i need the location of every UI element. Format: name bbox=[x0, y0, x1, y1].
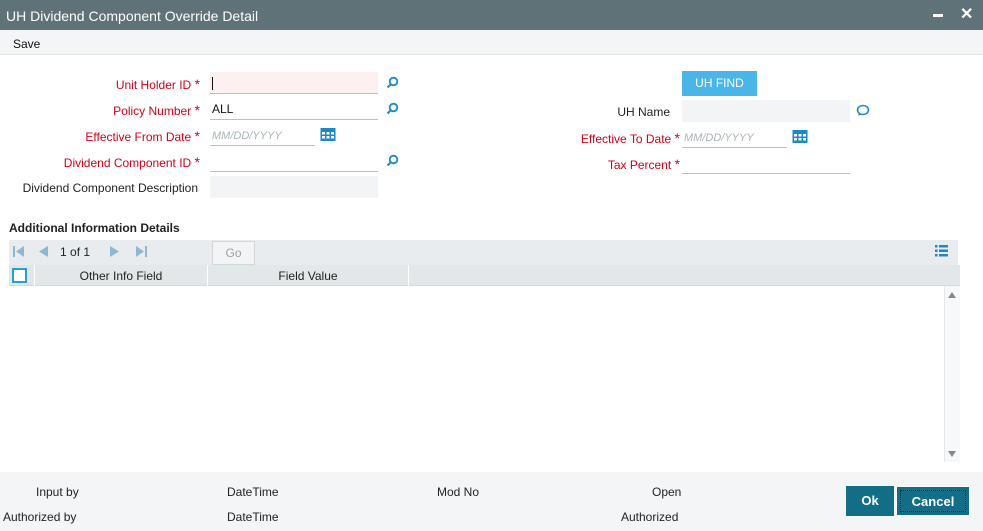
column-divider bbox=[408, 265, 409, 286]
list-view-icon[interactable] bbox=[935, 245, 948, 257]
menu-bar bbox=[0, 30, 983, 55]
policy-number-input[interactable]: ALL bbox=[210, 98, 378, 120]
save-menu-item[interactable]: Save bbox=[13, 37, 40, 51]
uh-name-field bbox=[682, 100, 850, 122]
authorized-datetime-label: DateTime bbox=[227, 510, 279, 524]
input-datetime-label: DateTime bbox=[227, 485, 279, 499]
dividend-component-id-input[interactable] bbox=[210, 150, 378, 172]
minimize-icon[interactable] bbox=[933, 14, 943, 17]
effective-from-date-input[interactable]: MM/DD/YYYY bbox=[210, 124, 315, 146]
page-indicator: 1 of 1 bbox=[60, 245, 91, 259]
policy-number-label: Policy Number * bbox=[113, 102, 200, 118]
calendar-icon[interactable] bbox=[792, 129, 808, 144]
section-title: Additional Information Details bbox=[9, 221, 180, 235]
dividend-component-description-field bbox=[210, 176, 378, 198]
unit-holder-search-icon[interactable] bbox=[386, 76, 399, 89]
effective-from-date-label: Effective From Date * bbox=[85, 128, 200, 144]
first-page-icon[interactable] bbox=[13, 246, 24, 257]
grid-toolbar bbox=[9, 240, 958, 265]
go-button[interactable]: Go bbox=[212, 241, 255, 265]
effective-to-date-input[interactable]: MM/DD/YYYY bbox=[682, 126, 787, 148]
comment-icon[interactable] bbox=[856, 104, 870, 117]
mod-no-label: Mod No bbox=[437, 485, 480, 499]
select-all-checkbox[interactable] bbox=[12, 268, 27, 283]
ok-button[interactable]: Ok bbox=[846, 486, 894, 516]
dividend-component-description-label: Dividend Component Description bbox=[22, 181, 198, 195]
uh-find-button[interactable]: UH FIND bbox=[682, 71, 757, 96]
unit-holder-id-input[interactable] bbox=[210, 72, 378, 94]
scroll-up-icon[interactable] bbox=[948, 292, 956, 298]
policy-number-search-icon[interactable] bbox=[386, 102, 399, 115]
authorization-status-label: Authorized bbox=[621, 510, 679, 524]
window-title: UH Dividend Component Override Detail bbox=[6, 8, 259, 24]
previous-page-icon[interactable] bbox=[38, 246, 48, 257]
uh-name-label: UH Name bbox=[617, 105, 670, 119]
scroll-down-icon[interactable] bbox=[948, 451, 956, 457]
record-status-label: Open bbox=[652, 485, 682, 499]
authorized-by-label: Authorized by bbox=[3, 510, 77, 524]
vertical-scrollbar[interactable] bbox=[944, 286, 960, 462]
text-cursor bbox=[212, 77, 213, 91]
dividend-component-search-icon[interactable] bbox=[386, 154, 399, 167]
tax-percent-label: Tax Percent * bbox=[607, 156, 680, 172]
calendar-icon[interactable] bbox=[320, 127, 336, 142]
close-icon[interactable]: ✕ bbox=[960, 6, 973, 24]
last-page-icon[interactable] bbox=[136, 246, 147, 257]
footer-bar bbox=[0, 472, 983, 531]
grid-body bbox=[9, 286, 960, 462]
input-by-label: Input by bbox=[36, 485, 79, 499]
next-page-icon[interactable] bbox=[110, 246, 120, 257]
dividend-component-id-label: Dividend Component ID * bbox=[63, 154, 200, 170]
effective-to-date-label: Effective To Date * bbox=[580, 130, 680, 146]
tax-percent-input[interactable] bbox=[682, 152, 850, 174]
column-header-other-info-field[interactable]: Other Info Field bbox=[35, 269, 207, 283]
column-header-field-value[interactable]: Field Value bbox=[208, 269, 408, 283]
unit-holder-id-label: Unit Holder ID * bbox=[115, 76, 200, 92]
cancel-button[interactable]: Cancel bbox=[896, 486, 970, 516]
